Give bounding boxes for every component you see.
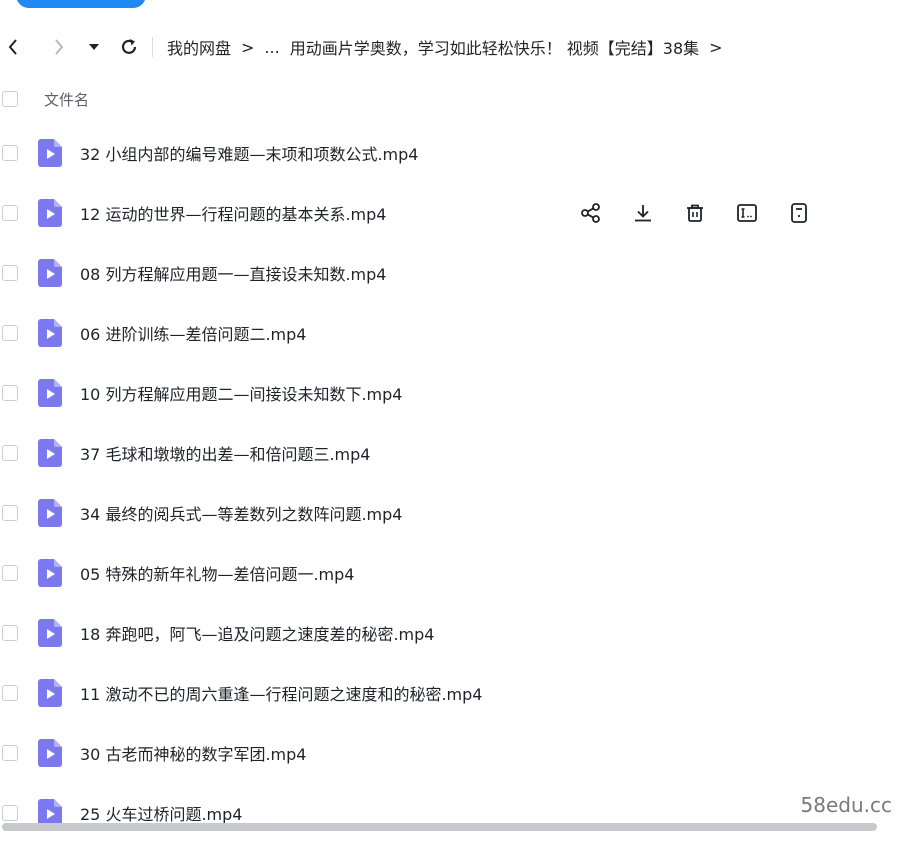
file-row-checkbox[interactable]	[2, 145, 18, 161]
forward-button[interactable]	[52, 32, 66, 62]
history-dropdown-button[interactable]	[88, 32, 100, 62]
file-name[interactable]: 05 特殊的新年礼物—差倍问题一.mp4	[80, 561, 354, 585]
file-row[interactable]: 32 小组内部的编号难题—末项和项数公式.mp4	[0, 123, 906, 183]
file-list: 32 小组内部的编号难题—末项和项数公式.mp4 12 运动的世界—行程问题的基…	[0, 123, 906, 843]
more-button[interactable]	[786, 200, 812, 226]
watermark: 58edu.cc	[800, 793, 892, 817]
file-name[interactable]: 11 激动不已的周六重逢—行程问题之速度和的秘密.mp4	[80, 681, 482, 705]
row-actions	[578, 183, 812, 243]
video-file-icon	[38, 379, 62, 407]
navigation-bar: 我的网盘 > ... 用动画片学奥数，学习如此轻松快乐！ 视频【完结】38集 >	[0, 26, 906, 68]
file-row[interactable]: 12 运动的世界—行程问题的基本关系.mp4	[0, 183, 906, 243]
file-row[interactable]: 11 激动不已的周六重逢—行程问题之速度和的秘密.mp4	[0, 663, 906, 723]
file-name[interactable]: 08 列方程解应用题一—直接设未知数.mp4	[80, 261, 386, 285]
rename-button[interactable]	[734, 200, 760, 226]
video-file-icon	[38, 679, 62, 707]
file-row-checkbox[interactable]	[2, 745, 18, 761]
filename-column-header[interactable]: 文件名	[44, 89, 89, 110]
refresh-icon	[121, 39, 137, 54]
file-row-checkbox[interactable]	[2, 505, 18, 521]
chevron-right-icon	[55, 39, 64, 55]
file-name[interactable]: 10 列方程解应用题二—间接设未知数下.mp4	[80, 381, 402, 405]
file-row-checkbox[interactable]	[2, 445, 18, 461]
video-file-icon	[38, 319, 62, 347]
caret-down-icon	[89, 44, 99, 50]
video-file-icon	[38, 559, 62, 587]
video-file-icon	[38, 739, 62, 767]
video-file-icon	[38, 259, 62, 287]
video-file-icon	[38, 199, 62, 227]
file-row-checkbox[interactable]	[2, 565, 18, 581]
file-row-checkbox[interactable]	[2, 685, 18, 701]
breadcrumb-separator-end: >	[709, 37, 723, 57]
file-row[interactable]: 10 列方程解应用题二—间接设未知数下.mp4	[0, 363, 906, 423]
file-row[interactable]: 06 进阶训练—差倍问题二.mp4	[0, 303, 906, 363]
download-icon	[635, 205, 651, 222]
breadcrumb-current-folder[interactable]: 用动画片学奥数，学习如此轻松快乐！ 视频【完结】38集	[290, 35, 699, 59]
nav-divider	[152, 37, 153, 57]
file-row-checkbox[interactable]	[2, 805, 18, 821]
breadcrumb-ellipsis[interactable]: ...	[264, 38, 279, 57]
file-row[interactable]: 34 最终的阅兵式—等差数列之数阵问题.mp4	[0, 483, 906, 543]
file-name[interactable]: 34 最终的阅兵式—等差数列之数阵问题.mp4	[80, 501, 402, 525]
breadcrumb-root[interactable]: 我的网盘	[167, 35, 231, 59]
video-file-icon	[38, 619, 62, 647]
file-name[interactable]: 25 火车过桥问题.mp4	[80, 801, 242, 825]
file-row-checkbox[interactable]	[2, 385, 18, 401]
delete-icon	[687, 204, 703, 222]
file-name[interactable]: 32 小组内部的编号难题—末项和项数公式.mp4	[80, 141, 418, 165]
file-name[interactable]: 06 进阶训练—差倍问题二.mp4	[80, 321, 306, 345]
file-row[interactable]: 18 奔跑吧，阿飞—追及问题之速度差的秘密.mp4	[0, 603, 906, 663]
share-button[interactable]	[578, 200, 604, 226]
download-button[interactable]	[630, 200, 656, 226]
file-row-checkbox[interactable]	[2, 265, 18, 281]
video-file-icon	[38, 439, 62, 467]
video-file-icon	[38, 139, 62, 167]
chevron-left-icon	[8, 39, 17, 55]
top-action-button[interactable]	[16, 0, 146, 8]
file-row-checkbox[interactable]	[2, 205, 18, 221]
file-name[interactable]: 18 奔跑吧，阿飞—追及问题之速度差的秘密.mp4	[80, 621, 434, 645]
horizontal-scrollbar[interactable]	[2, 823, 877, 831]
file-row-checkbox[interactable]	[2, 625, 18, 641]
file-row[interactable]: 05 特殊的新年礼物—差倍问题一.mp4	[0, 543, 906, 603]
delete-button[interactable]	[682, 200, 708, 226]
file-name[interactable]: 30 古老而神秘的数字军团.mp4	[80, 741, 306, 765]
file-name[interactable]: 37 毛球和墩墩的出差—和倍问题三.mp4	[80, 441, 370, 465]
list-header: 文件名	[0, 80, 906, 118]
file-row[interactable]: 25 火车过桥问题.mp4	[0, 783, 906, 843]
file-name[interactable]: 12 运动的世界—行程问题的基本关系.mp4	[80, 201, 386, 225]
more-icon	[791, 203, 807, 223]
video-file-icon	[38, 499, 62, 527]
select-all-checkbox[interactable]	[2, 91, 18, 107]
breadcrumb-separator: >	[241, 37, 255, 57]
file-row[interactable]: 37 毛球和墩墩的出差—和倍问题三.mp4	[0, 423, 906, 483]
file-row[interactable]: 30 古老而神秘的数字军团.mp4	[0, 723, 906, 783]
refresh-button[interactable]	[118, 32, 140, 62]
rename-icon	[737, 204, 757, 222]
file-row-checkbox[interactable]	[2, 325, 18, 341]
file-row[interactable]: 08 列方程解应用题一—直接设未知数.mp4	[0, 243, 906, 303]
share-icon	[581, 203, 600, 223]
back-button[interactable]	[4, 32, 22, 62]
